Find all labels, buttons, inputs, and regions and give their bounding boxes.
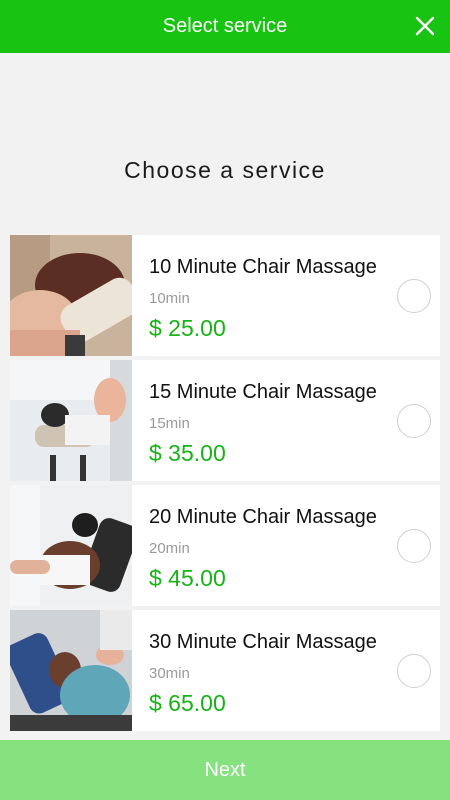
close-icon <box>415 16 435 36</box>
service-duration: 20min <box>149 540 190 557</box>
select-radio[interactable] <box>397 529 431 563</box>
service-card[interactable]: 10 Minute Chair Massage 10min $ 25.00 <box>10 235 440 356</box>
service-name: 15 Minute Chair Massage <box>149 381 377 403</box>
service-duration: 30min <box>149 665 190 682</box>
service-price: $ 35.00 <box>149 440 226 466</box>
service-price: $ 65.00 <box>149 690 226 716</box>
service-price: $ 25.00 <box>149 315 226 341</box>
header-title: Select service <box>162 15 288 37</box>
select-radio[interactable] <box>397 279 431 313</box>
next-button-label: Next <box>204 758 246 781</box>
service-photo <box>10 235 132 356</box>
select-radio[interactable] <box>397 654 431 688</box>
service-card[interactable]: 30 Minute Chair Massage 30min $ 65.00 <box>10 610 440 731</box>
service-name: 10 Minute Chair Massage <box>149 256 377 278</box>
service-name: 30 Minute Chair Massage <box>149 631 377 653</box>
service-card[interactable]: 15 Minute Chair Massage 15min $ 35.00 <box>10 360 440 481</box>
service-photo <box>10 610 132 731</box>
next-button[interactable]: Next <box>0 740 450 800</box>
service-photo <box>10 485 132 606</box>
page-heading: Choose a service <box>124 157 326 183</box>
select-radio[interactable] <box>397 404 431 438</box>
service-list: 10 Minute Chair Massage 10min $ 25.00 15… <box>10 235 440 735</box>
service-price: $ 45.00 <box>149 565 226 591</box>
service-photo <box>10 360 132 481</box>
top-bar: Select service <box>0 0 450 53</box>
service-card[interactable]: 20 Minute Chair Massage 20min $ 45.00 <box>10 485 440 606</box>
close-button[interactable] <box>412 13 438 39</box>
service-duration: 10min <box>149 290 190 307</box>
service-duration: 15min <box>149 415 190 432</box>
service-name: 20 Minute Chair Massage <box>149 506 377 528</box>
